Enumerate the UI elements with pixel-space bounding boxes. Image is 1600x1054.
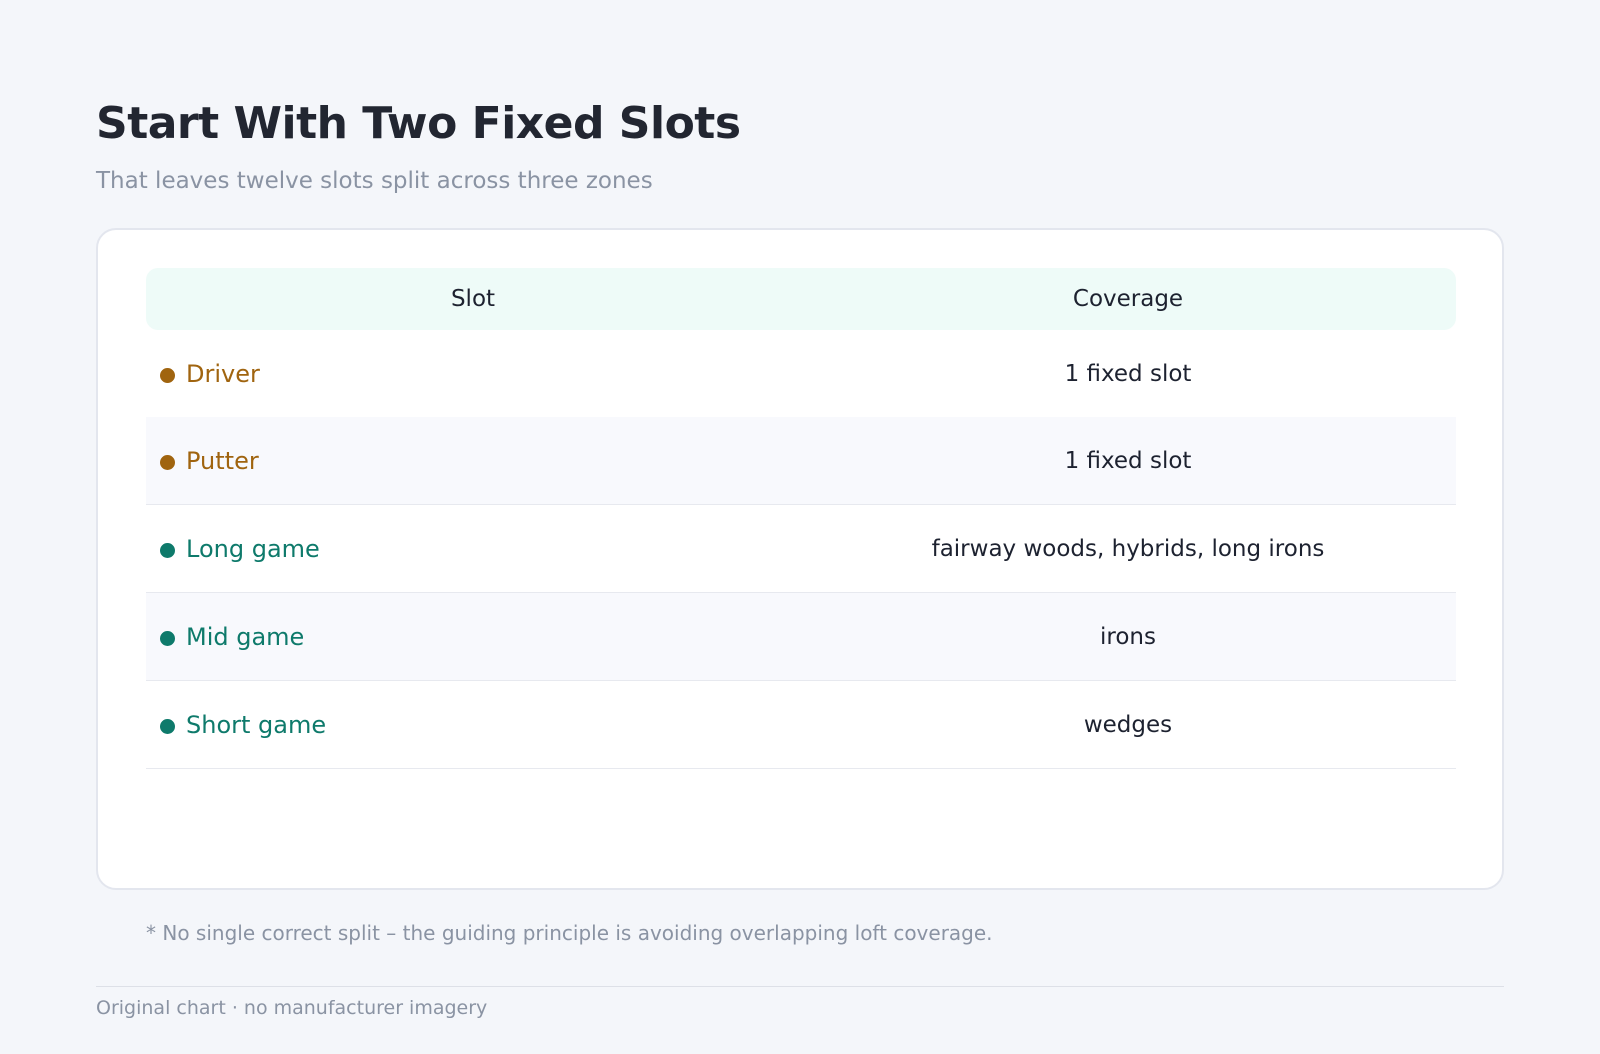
- table-card: Slot Coverage Driver 1 fixed slot Putter 1 …: [96, 228, 1504, 890]
- bullet-dot-icon: [160, 368, 175, 383]
- table-row: Mid game irons: [146, 593, 1456, 681]
- slot-label: Putter: [186, 446, 259, 475]
- coverage-cell: 1 fixed slot: [1064, 447, 1192, 474]
- slot-cell: Short game: [146, 711, 800, 739]
- column-header-slot: Slot: [450, 286, 496, 312]
- table-row: Putter 1 fixed slot: [146, 417, 1456, 505]
- slot-label: Mid game: [186, 622, 305, 651]
- table-row: Short game wedges: [146, 681, 1456, 769]
- bullet-dot-icon: [160, 719, 175, 734]
- table-row: Long game fairway woods, hybrids, long ir…: [146, 505, 1456, 593]
- slot-label: Driver: [186, 359, 260, 388]
- bullet-dot-icon: [160, 455, 175, 470]
- slot-table: Slot Coverage Driver 1 fixed slot Putter 1 …: [146, 268, 1456, 769]
- bullet-dot-icon: [160, 543, 175, 558]
- coverage-cell: fairway woods, hybrids, long irons: [931, 535, 1325, 562]
- slot-label: Long game: [186, 534, 320, 563]
- coverage-cell: wedges: [1083, 711, 1173, 738]
- slot-cell: Long game: [146, 535, 800, 563]
- page-title: Start With Two Fixed Slots: [96, 98, 741, 149]
- table-header: Slot Coverage: [146, 268, 1456, 330]
- bullet-dot-icon: [160, 631, 175, 646]
- column-header-coverage: Coverage: [1072, 286, 1184, 312]
- table-body: Driver 1 fixed slot Putter 1 fixed slot Long…: [146, 330, 1456, 769]
- slot-cell: Putter: [146, 447, 800, 475]
- page-subtitle: That leaves twelve slots split across th…: [96, 168, 653, 194]
- slot-cell: Mid game: [146, 623, 800, 651]
- slot-cell: Driver: [146, 360, 800, 388]
- coverage-cell: irons: [1100, 623, 1156, 650]
- coverage-cell: 1 fixed slot: [1064, 360, 1192, 387]
- table-row: Driver 1 fixed slot: [146, 330, 1456, 417]
- slot-label: Short game: [186, 710, 327, 739]
- source-note: Original chart · no manufacturer imagery: [96, 997, 488, 1019]
- footnote: * No single correct split – the guiding …: [146, 921, 993, 945]
- footer-divider: [96, 986, 1504, 987]
